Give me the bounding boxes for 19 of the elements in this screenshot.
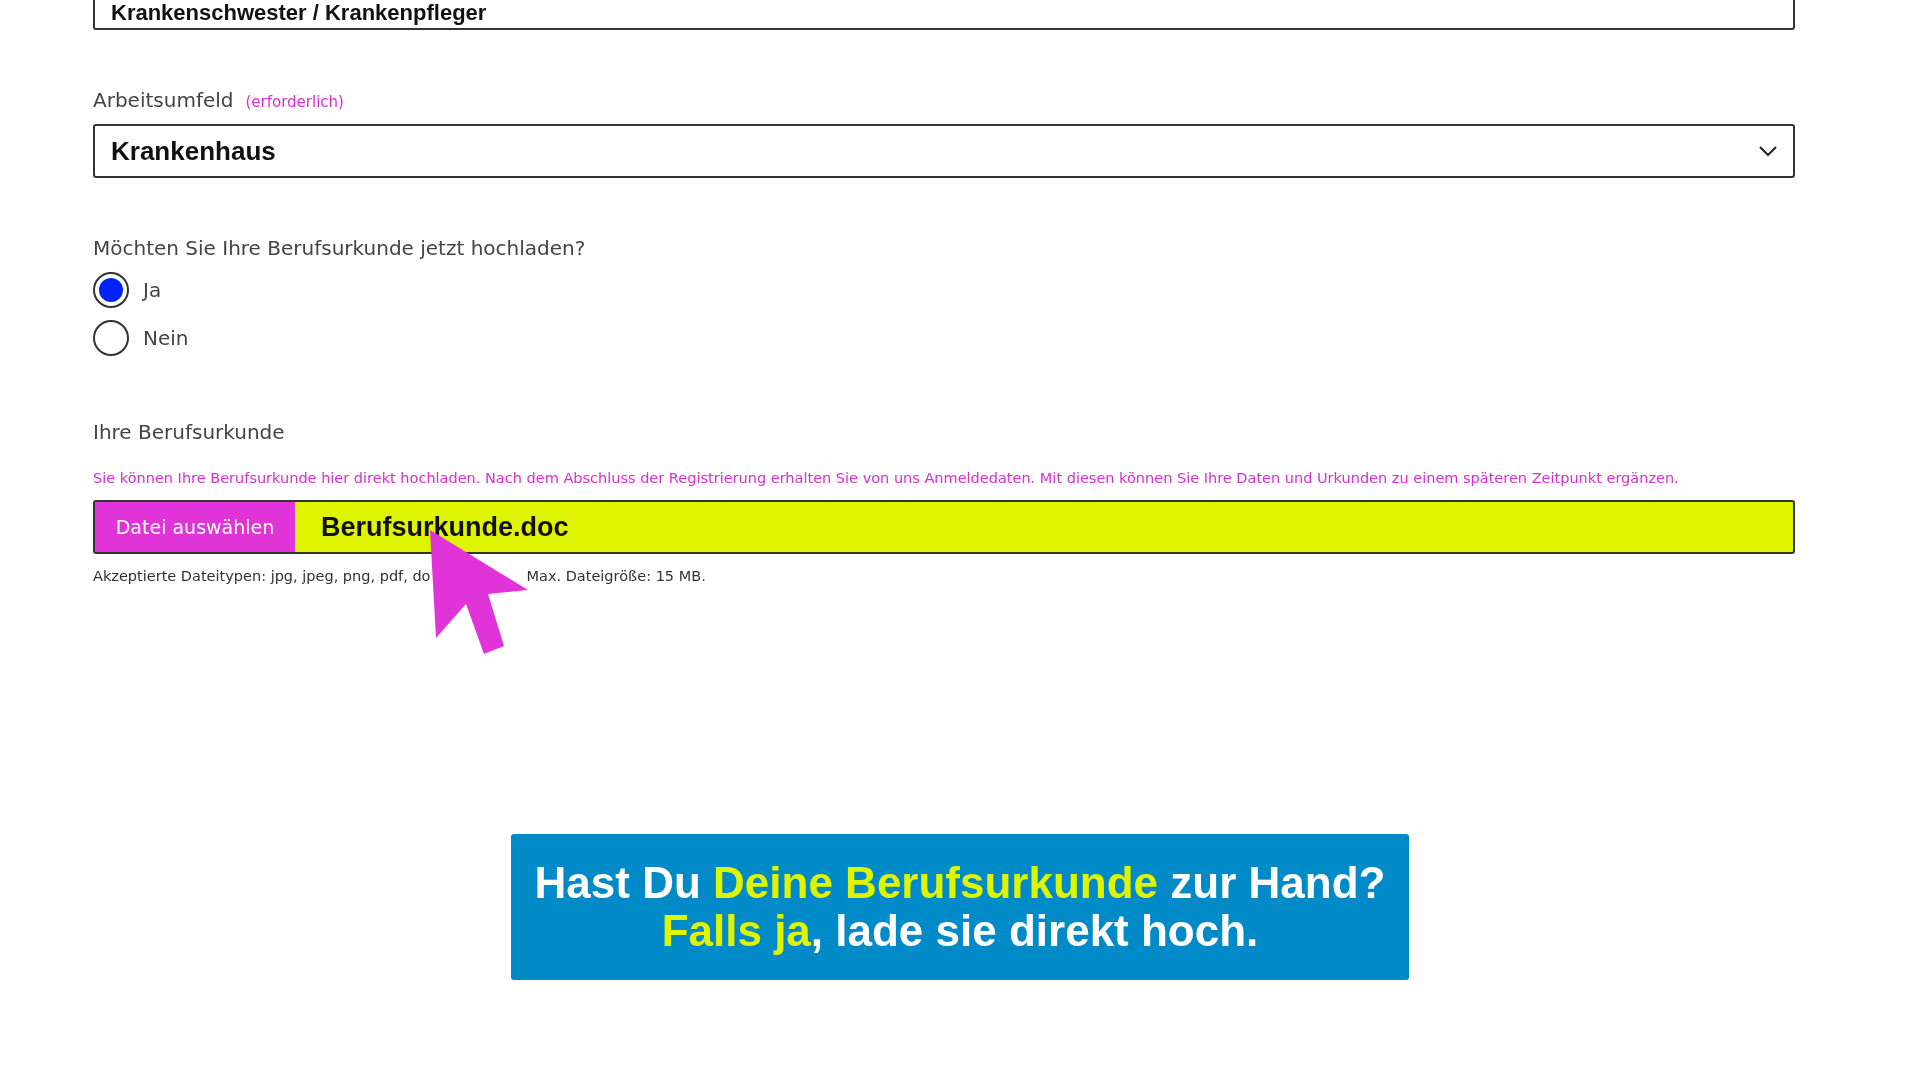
file-upload-field[interactable]: Datei auswählen Berufsurkunde.doc: [93, 500, 1795, 554]
work-environment-select[interactable]: Krankenhaus: [93, 124, 1795, 178]
field-label: Arbeitsumfeld: [93, 88, 234, 112]
radio-button[interactable]: [93, 272, 129, 308]
choose-file-button[interactable]: Datei auswählen: [95, 502, 295, 552]
caption-text: Falls ja, lade sie direkt hoch.: [661, 907, 1259, 956]
question-label: Möchten Sie Ihre Berufsurkunde jetzt hochladen?: [93, 236, 587, 260]
radio-label[interactable]: Ja: [143, 278, 162, 302]
file-name: Berufsurkunde.doc: [320, 510, 569, 544]
radio-label[interactable]: Nein: [143, 326, 189, 350]
radio-button[interactable]: [93, 320, 129, 356]
required-note: (erforderlich): [245, 93, 344, 111]
hint-text: Akzeptierte Dateitypen: jpg, jpeg, png, pdf, do: [93, 568, 431, 584]
field-label: Ihre Berufsurkunde: [93, 420, 286, 444]
info-text: Sie können Ihre Berufsurkunde hier direkt hochladen. Nach dem Abschluss der Registrierung erhalten Sie von uns Anmeldedaten. Mit diesen können Sie Ihre Daten und Urkunden zu einem späteren Zeitpunkt ergänzen.: [93, 470, 1680, 486]
hint-text: Max. Dateigröße: 15 MB.: [526, 568, 706, 584]
profession-field[interactable]: Krankenschwester / Krankenpfleger: [93, 0, 1795, 30]
chevron-down-icon: [1759, 145, 1777, 157]
caption-text: Hast Du Deine Berufsurkunde zur Hand?: [534, 858, 1386, 907]
